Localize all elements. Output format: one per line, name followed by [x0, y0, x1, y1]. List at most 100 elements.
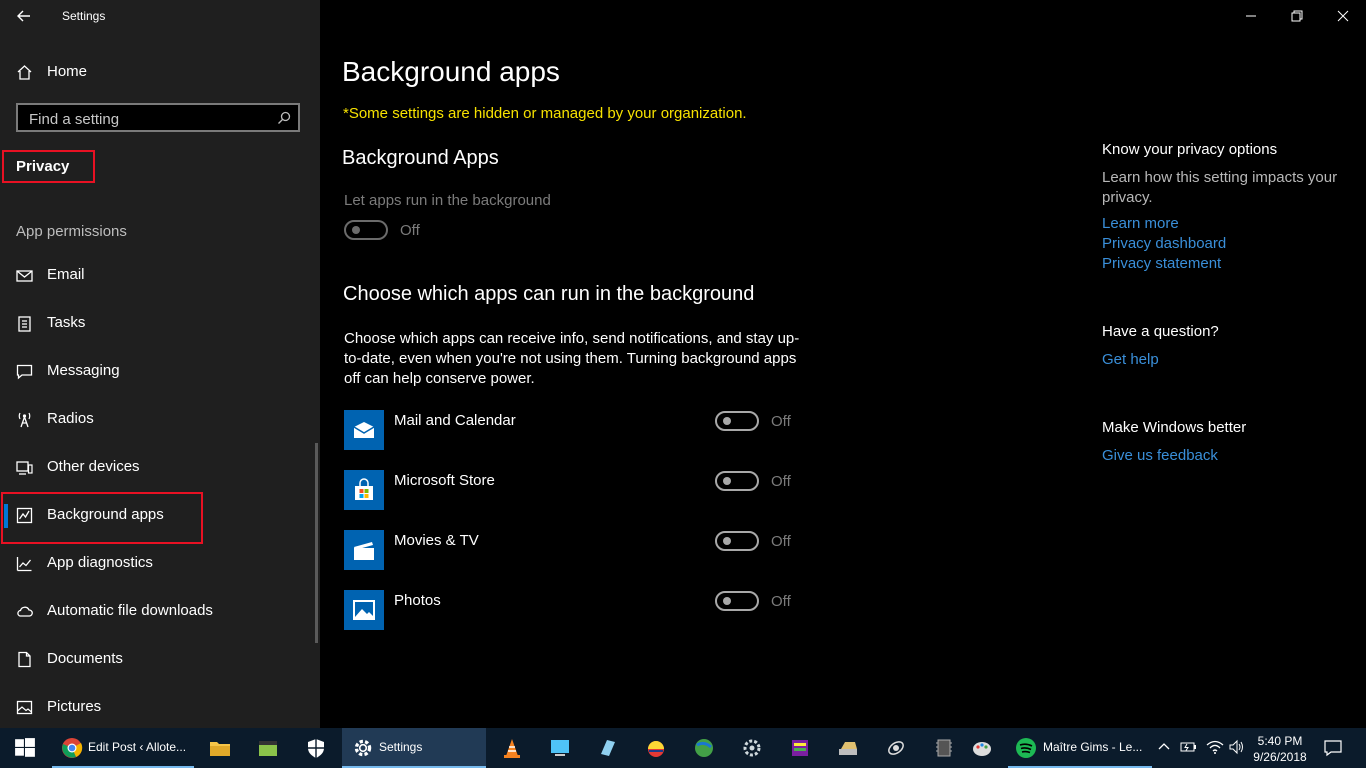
taskbar-app-14[interactable] [876, 728, 916, 768]
photos-icon [353, 600, 375, 620]
photos-toggle[interactable] [715, 591, 759, 611]
movies-tv-toggle[interactable] [715, 531, 759, 551]
battery-icon[interactable] [1180, 740, 1198, 759]
restore-icon [1291, 10, 1303, 22]
sidebar-item-label: Documents [47, 650, 123, 667]
taskbar-app-13[interactable] [828, 728, 868, 768]
taskbar-app-9[interactable] [636, 728, 676, 768]
sidebar-item-home[interactable]: Home [0, 52, 300, 92]
start-button[interactable] [0, 728, 48, 768]
taskbar: Edit Post ‹ Allote... Settings Maître Gi… [0, 728, 1366, 768]
toggle-knob [723, 597, 731, 605]
app-name: Microsoft Store [394, 472, 495, 489]
show-hidden-icons-chevron-icon[interactable] [1158, 740, 1170, 758]
search-box[interactable] [16, 103, 300, 132]
mail-calendar-toggle[interactable] [715, 411, 759, 431]
privacy-statement-link[interactable]: Privacy statement [1102, 255, 1221, 272]
sidebar-item-label: Radios [47, 410, 94, 427]
chrome-icon [62, 738, 83, 758]
toggle-knob [723, 477, 731, 485]
taskbar-clock[interactable]: 5:40 PM 9/26/2018 [1250, 733, 1310, 765]
sidebar-item-automatic-file-downloads[interactable]: Automatic file downloads [0, 591, 300, 631]
app-icon [648, 741, 664, 757]
remote-desktop-icon [551, 740, 569, 756]
tasks-icon [16, 315, 33, 332]
taskbar-app-11[interactable] [732, 728, 772, 768]
taskbar-app-15[interactable] [924, 728, 964, 768]
wifi-icon[interactable] [1206, 739, 1224, 760]
devices-icon [16, 459, 33, 476]
microsoft-store-toggle[interactable] [715, 471, 759, 491]
taskbar-spotify-label: Maître Gims - Le... [1043, 740, 1143, 754]
app-name: Mail and Calendar [394, 412, 516, 429]
toggle-state: Off [771, 593, 791, 610]
sidebar-item-label: Pictures [47, 698, 102, 715]
taskbar-settings[interactable]: Settings [342, 728, 486, 768]
sidebar-item-app-diagnostics[interactable]: App diagnostics [0, 543, 300, 583]
taskbar-app-7[interactable] [540, 728, 580, 768]
feedback-link[interactable]: Give us feedback [1102, 447, 1218, 464]
sidebar-item-documents[interactable]: Documents [0, 639, 300, 679]
sidebar-item-pictures[interactable]: Pictures [0, 687, 300, 727]
toggle-knob [723, 417, 731, 425]
restore-button[interactable] [1274, 0, 1320, 32]
search-icon[interactable] [277, 111, 291, 125]
back-arrow-icon[interactable] [14, 6, 34, 26]
sidebar-item-label: Messaging [47, 362, 120, 379]
sidebar-item-label: Email [47, 266, 85, 283]
privacy-dashboard-link[interactable]: Privacy dashboard [1102, 235, 1226, 252]
toggle-label: Let apps run in the background [344, 192, 551, 209]
get-help-link[interactable]: Get help [1102, 351, 1159, 368]
taskbar-spotify[interactable]: Maître Gims - Le... [1008, 728, 1152, 768]
search-input[interactable] [27, 108, 271, 130]
sidebar-item-messaging[interactable]: Messaging [0, 351, 300, 391]
taskbar-chrome[interactable]: Edit Post ‹ Allote... [52, 728, 194, 768]
make-windows-better-heading: Make Windows better [1102, 419, 1247, 436]
taskbar-file-explorer[interactable] [200, 728, 240, 768]
minimize-icon [1246, 15, 1256, 17]
sidebar-item-other-devices[interactable]: Other devices [0, 447, 300, 487]
taskbar-app-8[interactable] [588, 728, 628, 768]
mail-icon [16, 267, 33, 284]
taskbar-security[interactable] [296, 728, 336, 768]
sidebar-scrollbar[interactable] [315, 443, 318, 643]
sidebar-item-radios[interactable]: Radios [0, 399, 300, 439]
taskbar-app-12[interactable] [780, 728, 820, 768]
notification-icon[interactable] [1324, 739, 1342, 762]
sidebar-item-label: Home [47, 63, 88, 80]
chip-icon [936, 739, 952, 757]
taskbar-app-10[interactable] [684, 728, 724, 768]
minimize-button[interactable] [1228, 0, 1274, 32]
toggle-state: Off [771, 413, 791, 430]
picture-icon [16, 699, 33, 716]
volume-icon[interactable] [1228, 739, 1246, 760]
page-title: Background apps [342, 56, 560, 87]
taskbar-chrome-label: Edit Post ‹ Allote... [88, 740, 187, 754]
section-description: Choose which apps can receive info, send… [344, 330, 800, 387]
windows-logo-icon [15, 738, 35, 757]
toggle-state: Off [400, 222, 420, 239]
sidebar-item-tasks[interactable]: Tasks [0, 303, 300, 343]
sidebar-item-background-apps[interactable]: Background apps [0, 495, 300, 535]
sidebar: Settings Home Privacy App permissions Em… [0, 0, 320, 728]
gears-icon [743, 739, 761, 757]
learn-more-link[interactable]: Learn more [1102, 215, 1179, 232]
media-app-icon [259, 741, 277, 756]
app-name: Photos [394, 592, 441, 609]
taskbar-vlc[interactable] [492, 728, 532, 768]
shield-icon [308, 739, 324, 758]
clock-time: 5:40 PM [1257, 734, 1303, 748]
close-icon [1337, 10, 1349, 22]
taskbar-paint[interactable] [962, 728, 1002, 768]
globe-download-icon [695, 739, 713, 757]
background-apps-icon [16, 507, 33, 524]
close-button[interactable] [1320, 0, 1366, 32]
background-apps-toggle[interactable] [344, 220, 388, 240]
disc-burner-icon [839, 742, 857, 755]
sidebar-item-label: Automatic file downloads [47, 602, 213, 619]
section-label-app-permissions: App permissions [16, 223, 127, 240]
diagnostics-icon [16, 555, 33, 572]
privacy-heading: Privacy [16, 158, 70, 175]
sidebar-item-email[interactable]: Email [0, 255, 300, 295]
taskbar-app-3[interactable] [248, 728, 288, 768]
